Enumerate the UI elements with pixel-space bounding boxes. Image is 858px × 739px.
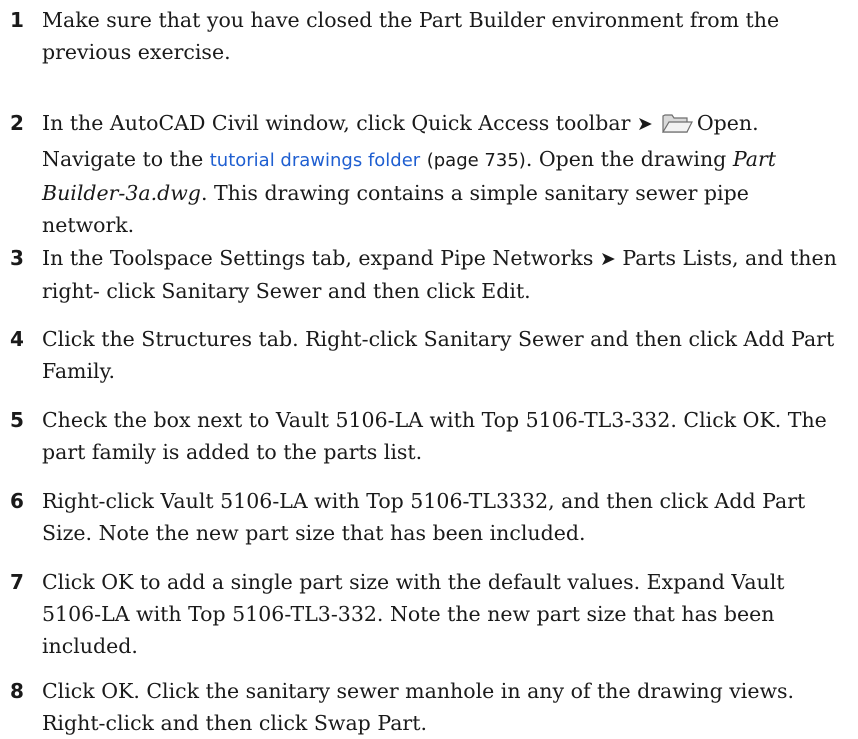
menu-arrow-icon: ➤ <box>636 113 653 135</box>
step-text: Make sure that you have closed the Part … <box>42 8 780 64</box>
step-number: 5 <box>10 408 24 432</box>
tutorial-drawings-folder-link[interactable]: tutorial drawings folder <box>210 150 420 171</box>
step-text: Click OK to add a single part size with … <box>42 570 785 658</box>
step-text: In the AutoCAD Civil window, click Quick… <box>42 111 776 237</box>
step-number: 1 <box>10 8 24 32</box>
step-number: 6 <box>10 489 24 513</box>
step-number: 3 <box>10 246 24 270</box>
step-number: 4 <box>10 327 24 351</box>
step-text: Check the box next to Vault 5106-LA with… <box>42 408 827 464</box>
document-page: 1 Make sure that you have closed the Par… <box>0 0 858 735</box>
open-folder-icon <box>661 111 693 143</box>
step-number: 2 <box>10 111 24 135</box>
step-number: 7 <box>10 570 24 594</box>
page-reference: (page 735) <box>426 150 526 171</box>
step-number: 8 <box>10 679 24 703</box>
menu-arrow-icon: ➤ <box>599 248 616 270</box>
step-text: In the Toolspace Settings tab, expand Pi… <box>42 246 837 303</box>
step-text: Click OK. Click the sanitary sewer manho… <box>42 679 795 735</box>
step-text: Click the Structures tab. Right-click Sa… <box>42 327 835 383</box>
step-text: Right-click Vault 5106-LA with Top 5106-… <box>42 489 806 545</box>
